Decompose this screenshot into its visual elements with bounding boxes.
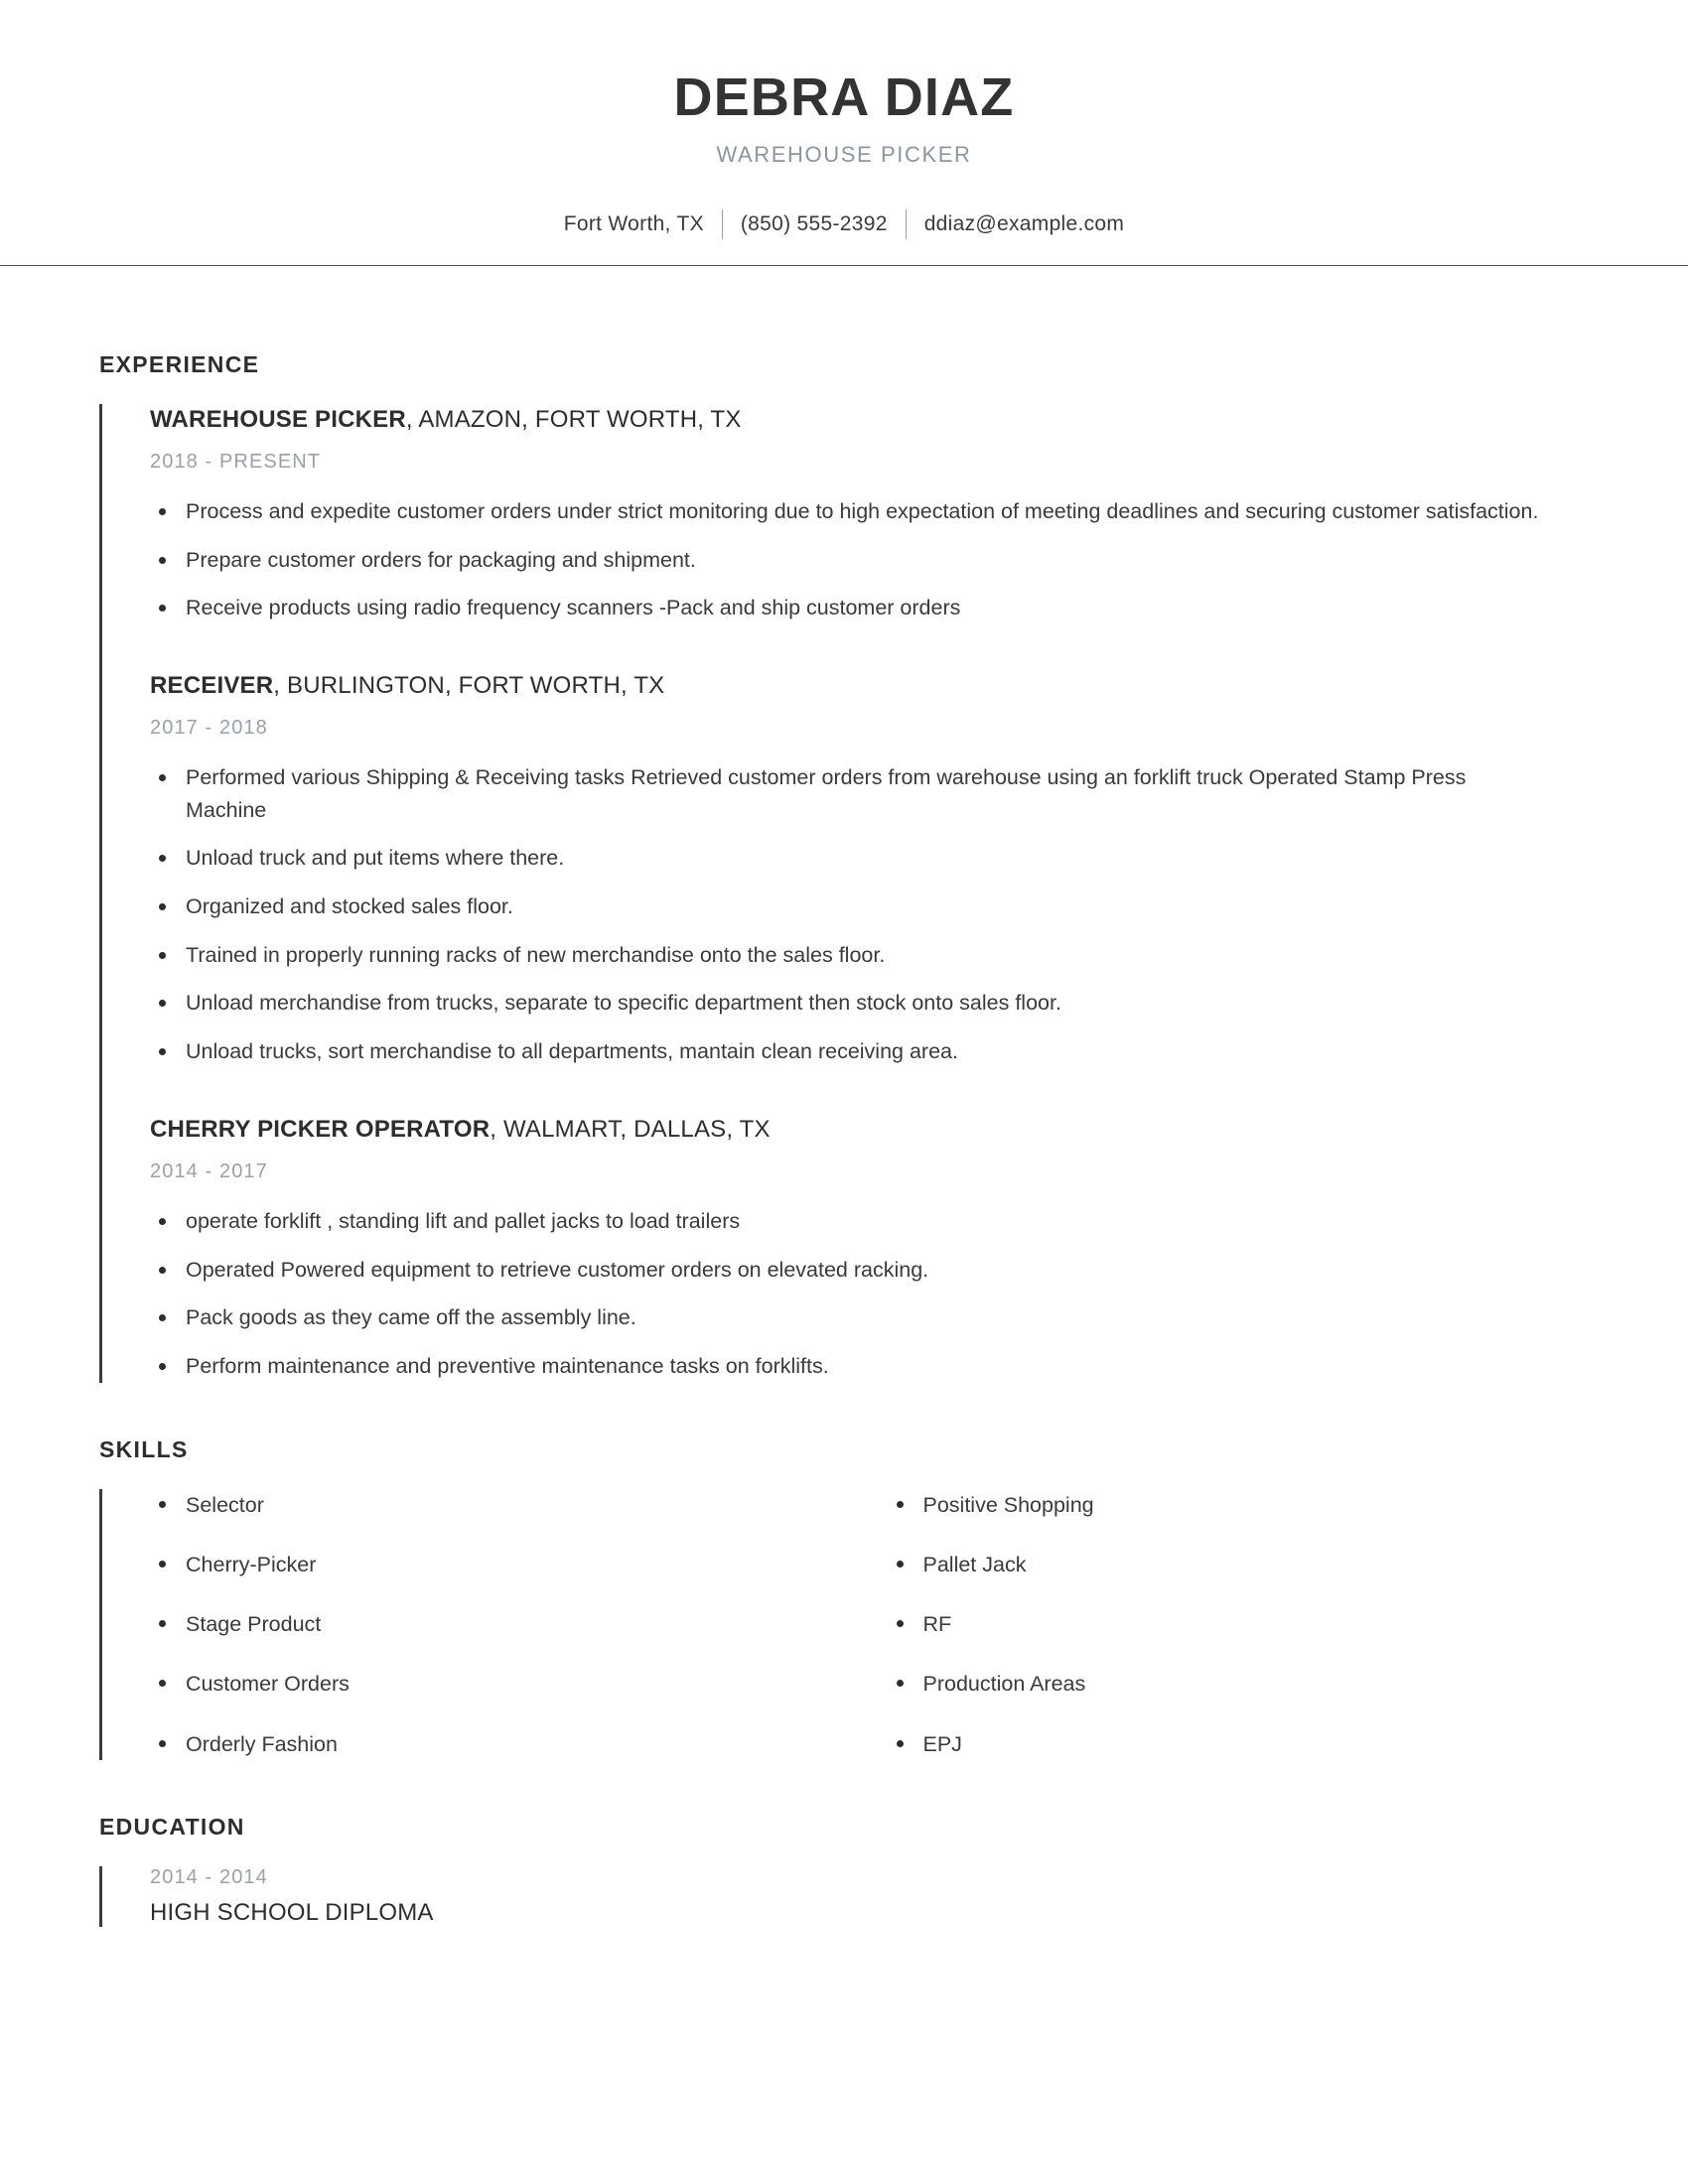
candidate-name: DEBRA DIAZ <box>673 68 1015 127</box>
skill-list: Selector Cherry-Picker Stage Product Cus… <box>150 1489 870 1760</box>
job-dates: 2014 - 2017 <box>150 1160 268 1182</box>
resume-page: DEBRA DIAZ WAREHOUSE PICKER Fort Worth, … <box>0 0 1688 2184</box>
job-bullet: Unload merchandise from trucks, separate… <box>150 987 1551 1020</box>
skill-item: Orderly Fashion <box>150 1728 870 1760</box>
job-bullet: Unload trucks, sort merchandise to all d… <box>150 1035 1551 1068</box>
job-bullet-list: Process and expedite customer orders und… <box>150 495 1589 624</box>
job-company-location: , AMAZON, FORT WORTH, TX <box>405 405 742 433</box>
candidate-job-title: WAREHOUSE PICKER <box>716 141 972 167</box>
skills-column-left: Selector Cherry-Picker Stage Product Cus… <box>150 1489 870 1760</box>
section-title-education: EDUCATION <box>99 1813 245 1840</box>
education-entry: 2014 - 2014 HIGH SCHOOL DIPLOMA <box>150 1866 1589 1927</box>
skill-item: Stage Product <box>150 1608 870 1640</box>
section-title-skills: SKILLS <box>99 1435 189 1462</box>
job-title: WAREHOUSE PICKER, AMAZON, FORT WORTH, TX <box>150 404 1589 435</box>
job-title: CHERRY PICKER OPERATOR, WALMART, DALLAS,… <box>150 1114 1589 1145</box>
job-bullet: operate forklift , standing lift and pal… <box>150 1205 1551 1238</box>
education-dates: 2014 - 2014 <box>150 1865 268 1888</box>
job-bullet: Receive products using radio frequency s… <box>150 592 1551 624</box>
skill-list: Positive Shopping Pallet Jack RF Product… <box>888 1489 1590 1760</box>
experience-entry: CHERRY PICKER OPERATOR, WALMART, DALLAS,… <box>150 1114 1589 1383</box>
job-role: CHERRY PICKER OPERATOR <box>150 1115 491 1143</box>
contact-email: ddiaz@example.com <box>923 211 1125 235</box>
job-dates: 2017 - 2018 <box>150 717 268 740</box>
job-bullet-list: operate forklift , standing lift and pal… <box>150 1205 1589 1383</box>
skill-item: Production Areas <box>888 1668 1590 1700</box>
section-skills: SKILLS Selector Cherry-Picker Stage Prod… <box>99 1436 1589 1760</box>
skills-column-right: Positive Shopping Pallet Jack RF Product… <box>870 1489 1590 1760</box>
job-bullet: Perform maintenance and preventive maint… <box>150 1350 1551 1383</box>
job-role: RECEIVER <box>150 671 274 699</box>
skill-item: Pallet Jack <box>888 1549 1590 1580</box>
skill-item: Selector <box>150 1489 870 1521</box>
contact-line: Fort Worth, TX (850) 555-2392 ddiaz@exam… <box>0 208 1688 239</box>
job-bullet: Organized and stocked sales floor. <box>150 890 1551 923</box>
skill-item: RF <box>888 1608 1590 1640</box>
job-bullet: Trained in properly running racks of new… <box>150 939 1551 972</box>
contact-phone: (850) 555-2392 <box>740 211 888 235</box>
job-bullet: Pack goods as they came off the assembly… <box>150 1301 1551 1334</box>
experience-entry: RECEIVER, BURLINGTON, FORT WORTH, TX 201… <box>150 670 1589 1068</box>
section-experience: EXPERIENCE WAREHOUSE PICKER, AMAZON, FOR… <box>99 351 1589 1383</box>
skills-body: Selector Cherry-Picker Stage Product Cus… <box>99 1488 1589 1760</box>
job-bullet-list: Performed various Shipping & Receiving t… <box>150 761 1589 1068</box>
section-title-experience: EXPERIENCE <box>99 350 260 377</box>
experience-entry: WAREHOUSE PICKER, AMAZON, FORT WORTH, TX… <box>150 404 1589 624</box>
education-body: 2014 - 2014 HIGH SCHOOL DIPLOMA <box>99 1865 1589 1927</box>
job-bullet: Performed various Shipping & Receiving t… <box>150 761 1551 826</box>
section-education: EDUCATION 2014 - 2014 HIGH SCHOOL DIPLOM… <box>99 1814 1589 1927</box>
skill-item: Positive Shopping <box>888 1489 1590 1521</box>
skills-grid: Selector Cherry-Picker Stage Product Cus… <box>150 1489 1589 1760</box>
header-divider <box>0 264 1688 266</box>
contact-location: Fort Worth, TX <box>563 211 704 235</box>
job-dates: 2018 - PRESENT <box>150 450 322 473</box>
job-bullet: Process and expedite customer orders und… <box>150 495 1551 528</box>
education-degree: HIGH SCHOOL DIPLOMA <box>150 1898 434 1926</box>
job-bullet: Prepare customer orders for packaging an… <box>150 544 1551 577</box>
experience-body: WAREHOUSE PICKER, AMAZON, FORT WORTH, TX… <box>99 403 1589 1383</box>
job-bullet: Unload truck and put items where there. <box>150 842 1551 875</box>
job-bullet: Operated Powered equipment to retrieve c… <box>150 1254 1551 1287</box>
job-title: RECEIVER, BURLINGTON, FORT WORTH, TX <box>150 670 1589 701</box>
skill-item: Cherry-Picker <box>150 1549 870 1580</box>
skill-item: Customer Orders <box>150 1668 870 1700</box>
job-company-location: , WALMART, DALLAS, TX <box>490 1115 771 1143</box>
resume-content: EXPERIENCE WAREHOUSE PICKER, AMAZON, FOR… <box>0 351 1688 1927</box>
skill-item: EPJ <box>888 1728 1590 1760</box>
job-role: WAREHOUSE PICKER <box>150 405 406 433</box>
resume-header: DEBRA DIAZ WAREHOUSE PICKER Fort Worth, … <box>0 0 1688 298</box>
job-company-location: , BURLINGTON, FORT WORTH, TX <box>273 671 665 699</box>
